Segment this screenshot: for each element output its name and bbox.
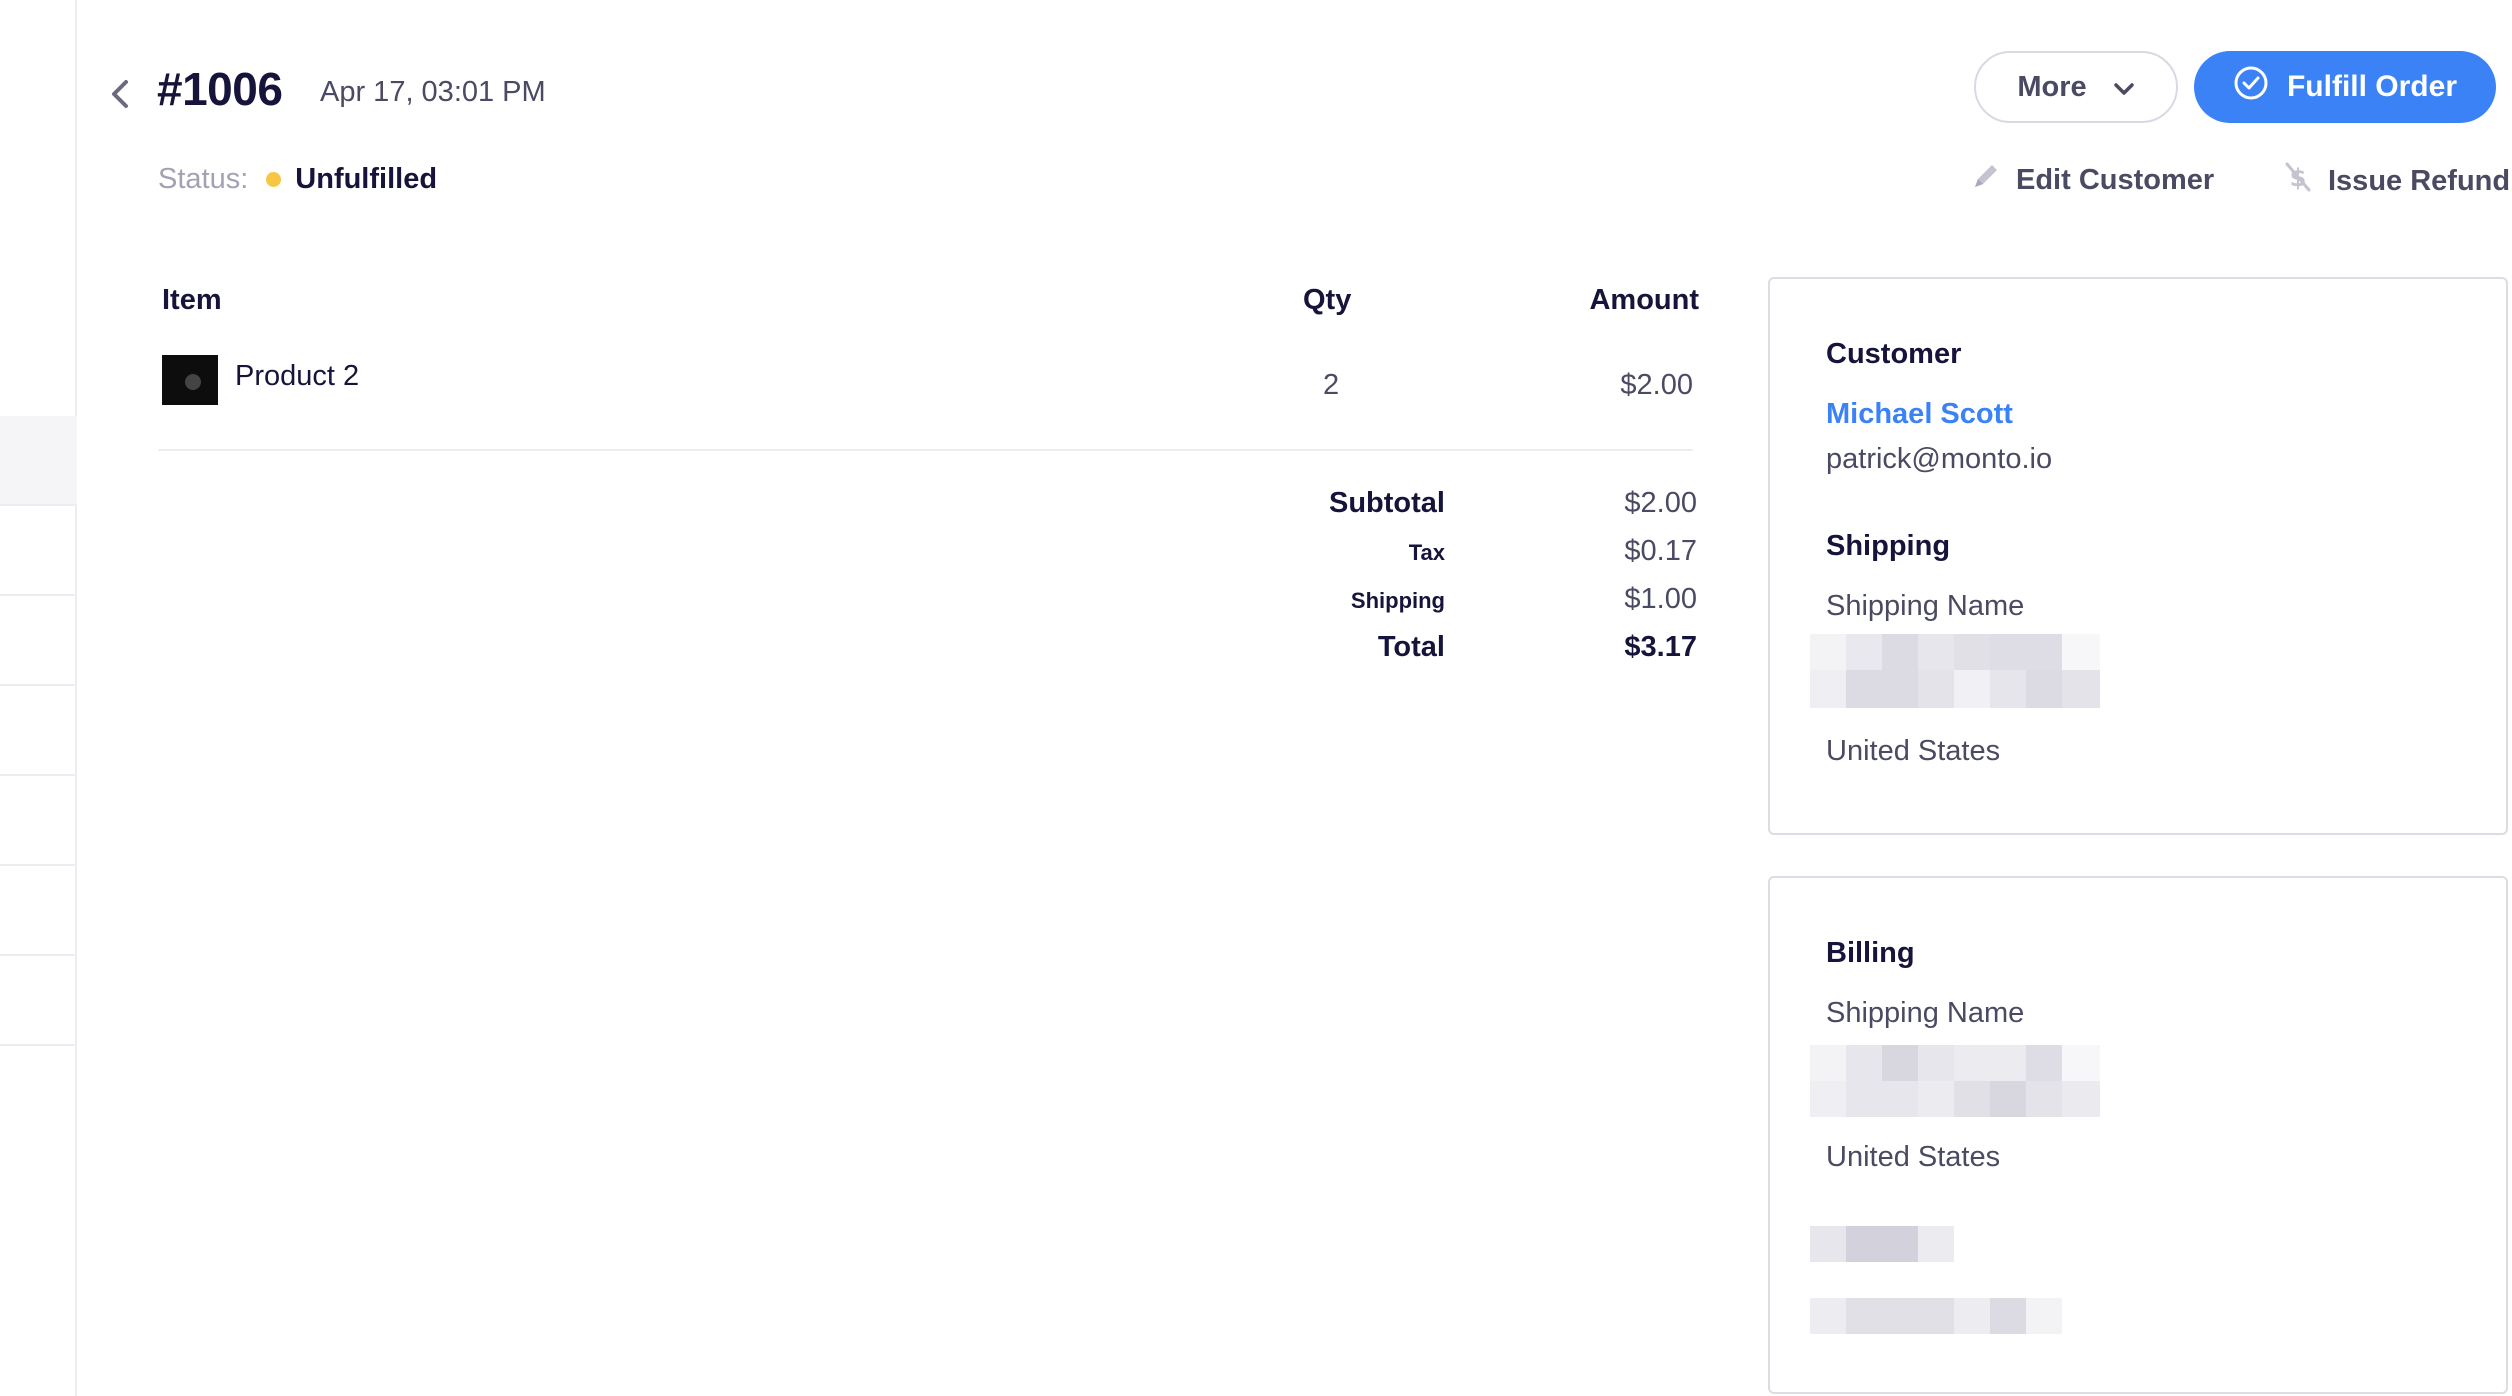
chevron-left-icon[interactable]: [106, 74, 134, 114]
status-dot: [266, 172, 282, 187]
billing-title: Billing: [1826, 937, 1915, 969]
column-header-qty: Qty: [1303, 284, 1352, 316]
rail-item[interactable]: [0, 596, 77, 686]
column-header-amount: Amount: [1589, 284, 1699, 316]
total-label: Total: [1377, 631, 1445, 663]
shipping-name: Shipping Name: [1826, 590, 2025, 622]
shipping-value: $1.00: [1624, 583, 1697, 615]
customer-card: Customer Michael Scott patrick@monto.io …: [1768, 277, 2508, 835]
item-qty: 2: [1323, 369, 1340, 401]
divider: [158, 449, 1693, 451]
redacted-address: [1810, 1045, 2100, 1117]
rail-item[interactable]: [0, 776, 77, 866]
order-status: Status: Unfulfilled: [158, 163, 437, 196]
billing-country: United States: [1826, 1141, 2001, 1173]
status-value: Unfulfilled: [295, 163, 438, 195]
issue-refund-label: Issue Refund: [2328, 164, 2511, 197]
left-rail: [0, 0, 77, 1396]
order-number: #1006: [157, 63, 283, 115]
edit-customer-button[interactable]: Edit Customer: [1970, 160, 2214, 200]
chevron-down-icon: [2113, 71, 2135, 104]
dollar-slash-icon: $: [2282, 160, 2314, 202]
tax-label: Tax: [1408, 540, 1445, 565]
issue-refund-button[interactable]: $ Issue Refund: [2282, 160, 2510, 202]
status-label: Status:: [158, 163, 249, 195]
rail-item[interactable]: [0, 416, 77, 506]
edit-customer-label: Edit Customer: [2016, 163, 2215, 196]
total-value: $3.17: [1624, 631, 1697, 663]
tax-value: $0.17: [1624, 535, 1697, 567]
order-detail-page: #1006 Apr 17, 03:01 PM Status: Unfulfill…: [0, 0, 2512, 1396]
column-header-item: Item: [162, 284, 222, 316]
shipping-title: Shipping: [1826, 530, 1951, 562]
redacted-address: [1810, 634, 2100, 726]
more-button[interactable]: More: [1974, 51, 2178, 123]
subtotal-label: Subtotal: [1329, 487, 1445, 519]
fulfill-order-label: Fulfill Order: [2286, 70, 2457, 103]
item-name: Product 2: [235, 360, 360, 392]
check-circle-icon: [2233, 65, 2269, 109]
shipping-label: Shipping: [1350, 588, 1445, 613]
subtotal-value: $2.00: [1624, 487, 1697, 519]
more-button-label: More: [2017, 70, 2087, 103]
rail-item[interactable]: [0, 686, 77, 776]
fulfill-order-button[interactable]: Fulfill Order: [2194, 51, 2496, 123]
rail-item[interactable]: [0, 506, 77, 596]
redacted-contact: [1810, 1226, 2100, 1336]
product-thumbnail: [162, 355, 218, 405]
item-amount: $2.00: [1620, 369, 1693, 401]
pencil-icon: [1970, 160, 2002, 200]
billing-card: Billing Shipping Name United States: [1768, 876, 2508, 1394]
order-date: Apr 17, 03:01 PM: [320, 76, 546, 108]
customer-email: patrick@monto.io: [1826, 443, 2053, 475]
rail-item[interactable]: [0, 866, 77, 956]
shipping-country: United States: [1826, 735, 2001, 767]
customer-title: Customer: [1826, 338, 1962, 370]
customer-name-link[interactable]: Michael Scott: [1826, 398, 2013, 431]
rail-item[interactable]: [0, 956, 77, 1046]
billing-name: Shipping Name: [1826, 997, 2025, 1029]
